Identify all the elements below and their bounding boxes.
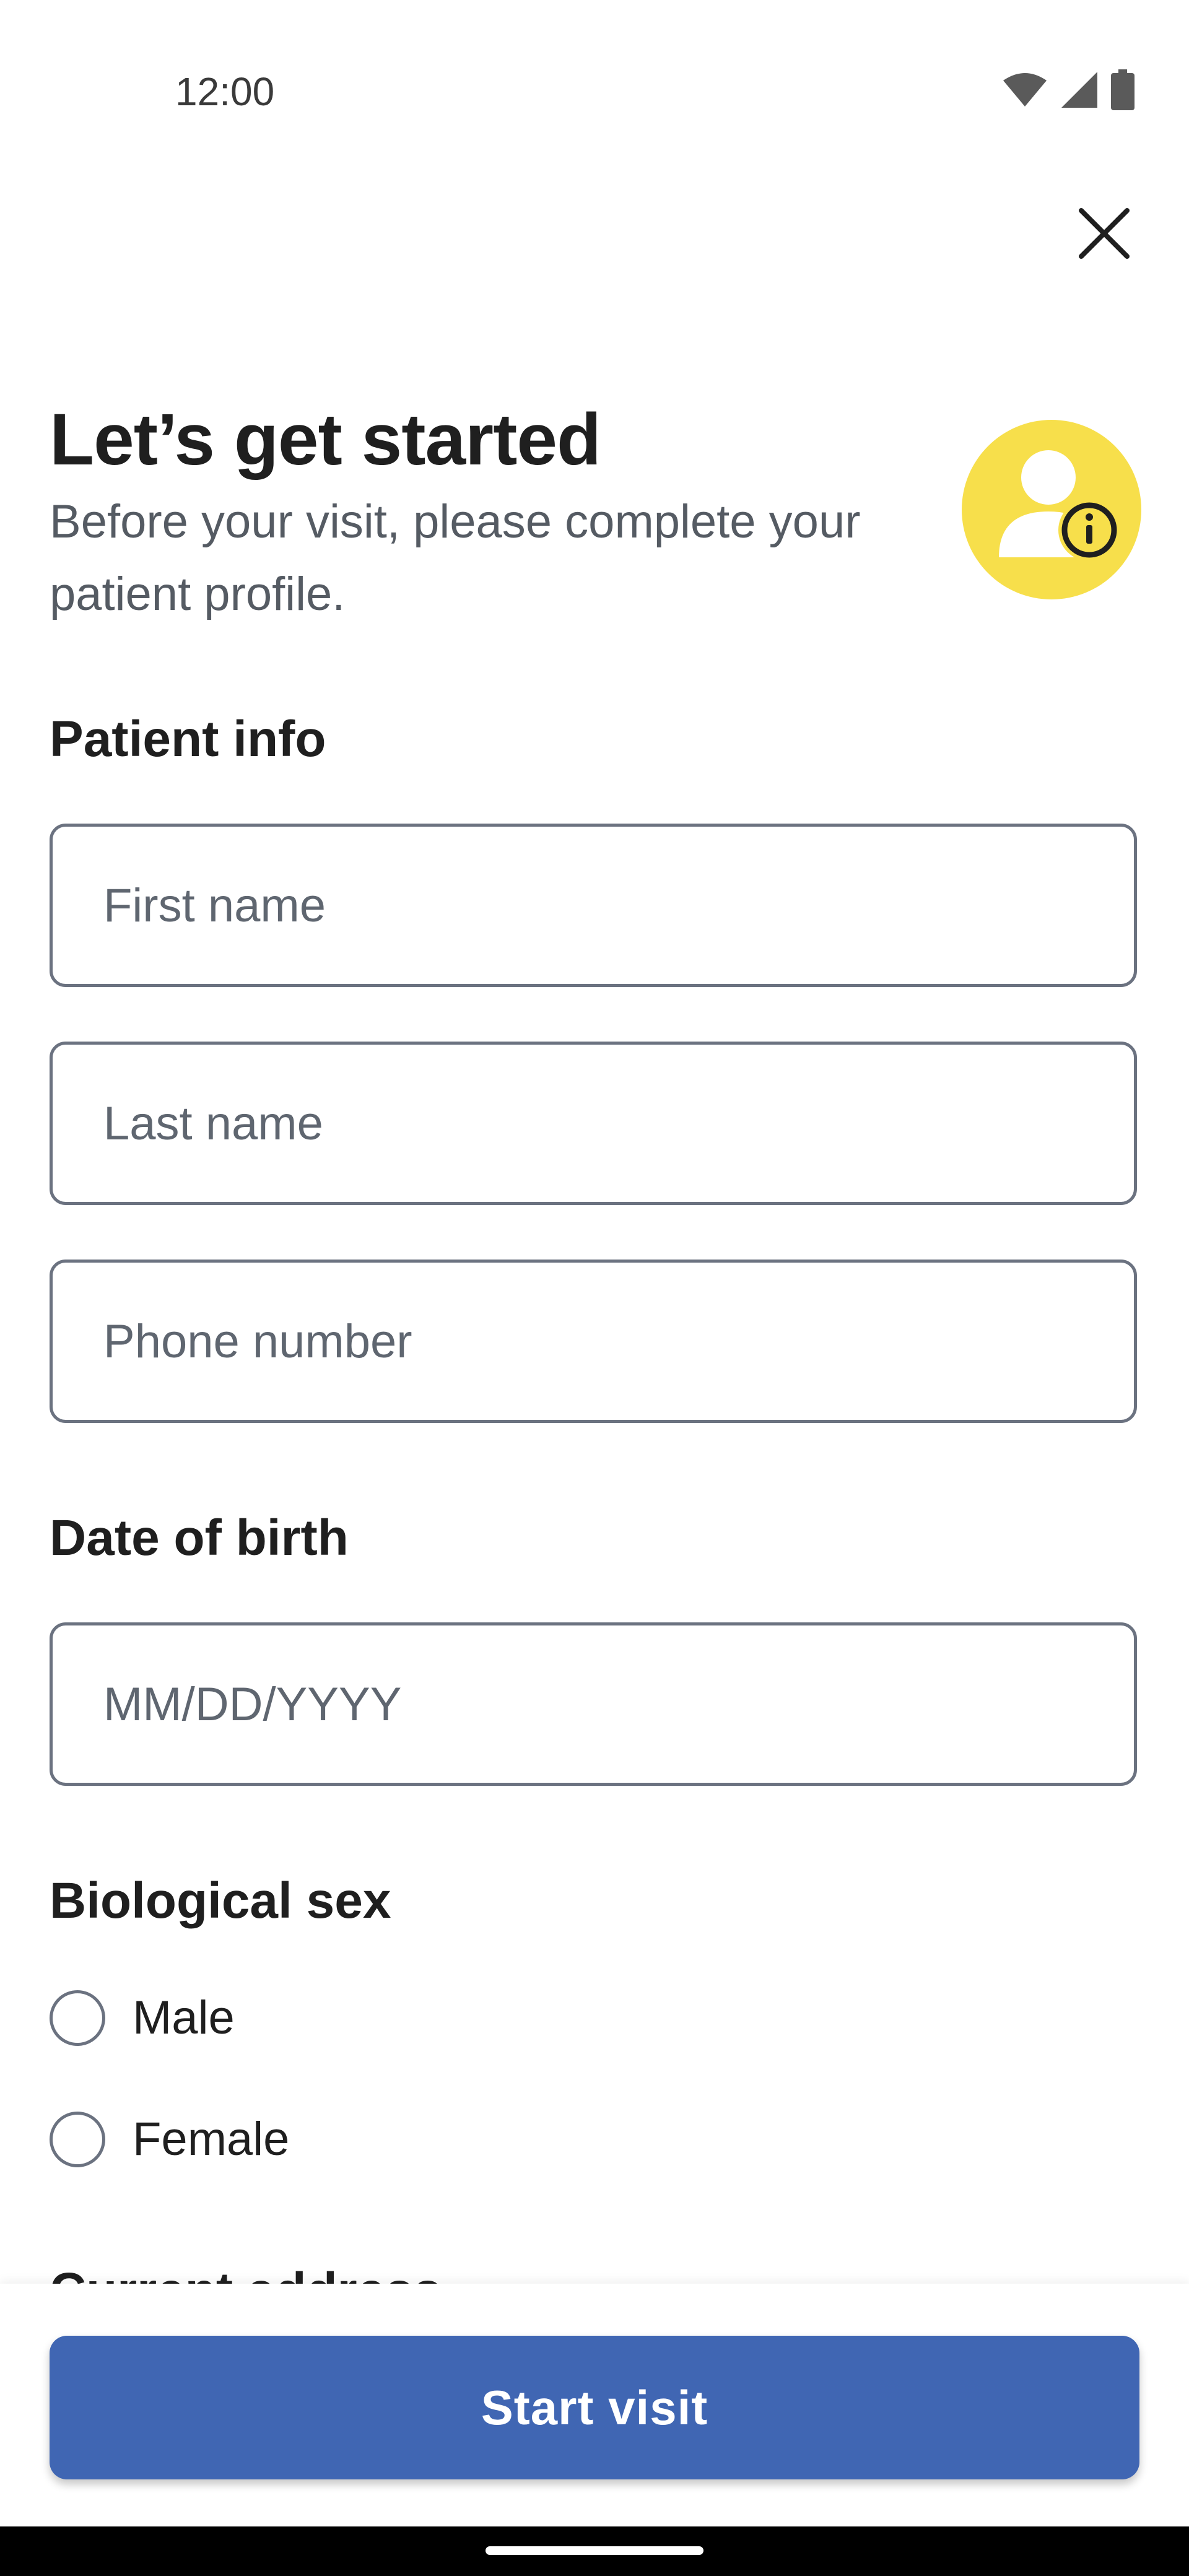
radio-label-female: Female (133, 2113, 290, 2165)
first-name-field (50, 824, 1137, 987)
page-title: Let’s get started (50, 399, 601, 481)
section-title-current-address: Current address (50, 2260, 442, 2285)
patient-profile-screen: 12:00 Let’s get started Before your visi… (0, 0, 1189, 2576)
radio-label-male: Male (133, 1991, 235, 2044)
radio-button-female[interactable] (50, 2112, 105, 2167)
close-button[interactable] (1070, 199, 1138, 268)
start-visit-button[interactable]: Start visit (50, 2336, 1139, 2479)
status-bar: 12:00 (0, 0, 1189, 118)
section-title-date-of-birth: Date of birth (50, 1510, 349, 1566)
battery-icon (1111, 69, 1135, 113)
signal-icon (1060, 71, 1099, 112)
close-icon (1079, 208, 1130, 259)
page-subtitle: Before your visit, please complete your … (50, 495, 861, 620)
status-time: 12:00 (175, 69, 275, 114)
bottom-action-bar: Start visit (0, 2284, 1189, 2526)
gesture-nav-bar (0, 2526, 1189, 2576)
phone-number-input[interactable] (53, 1263, 1134, 1420)
date-of-birth-field (50, 1622, 1137, 1786)
section-title-biological-sex: Biological sex (50, 1873, 391, 1929)
last-name-field (50, 1042, 1137, 1205)
radio-option-male[interactable]: Male (50, 1984, 235, 2052)
last-name-input[interactable] (53, 1045, 1134, 1202)
avatar (962, 420, 1141, 599)
radio-button-male[interactable] (50, 1990, 105, 2046)
status-icons (1002, 69, 1135, 113)
date-of-birth-input[interactable] (53, 1625, 1134, 1783)
first-name-input[interactable] (53, 827, 1134, 984)
section-title-patient-info: Patient info (50, 711, 326, 767)
scroll-clip: Current address (0, 2229, 1189, 2285)
user-info-icon (999, 450, 1120, 561)
radio-option-female[interactable]: Female (50, 2105, 289, 2174)
phone-number-field (50, 1260, 1137, 1423)
home-gesture-handle[interactable] (486, 2546, 703, 2555)
wifi-icon (1002, 72, 1048, 111)
